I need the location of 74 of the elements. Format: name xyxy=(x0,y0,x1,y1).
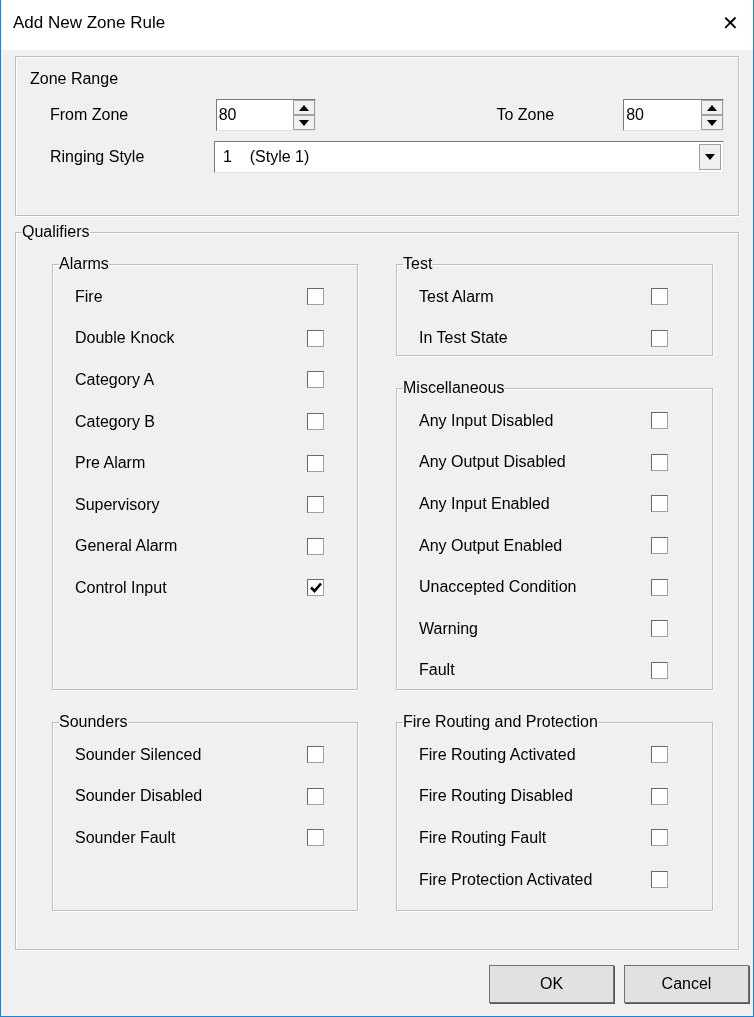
checkbox-label: Category B xyxy=(75,411,157,432)
checkbox-label: Any Output Disabled xyxy=(419,452,567,473)
checkbox-label: Test Alarm xyxy=(419,286,495,307)
checkbox-label: Sounder Disabled xyxy=(75,786,204,807)
up-arrow-icon xyxy=(707,104,717,111)
checkbox[interactable] xyxy=(307,496,324,514)
checkbox[interactable] xyxy=(307,371,324,389)
down-arrow-icon xyxy=(707,119,717,126)
group-title: Qualifiers xyxy=(22,224,90,240)
checkbox-label: Control Input xyxy=(75,577,168,598)
checkbox-label: Any Input Disabled xyxy=(419,410,555,431)
up-arrow-icon xyxy=(299,104,310,111)
checkbox-label: General Alarm xyxy=(75,536,179,557)
checkbox[interactable] xyxy=(651,787,668,805)
spin-field[interactable]: 80 xyxy=(623,99,724,131)
checkbox-label: Fire Protection Activated xyxy=(419,869,594,890)
group-title: Sounders xyxy=(59,714,128,730)
dropdown[interactable]: 1 (Style 1) xyxy=(214,141,724,173)
close-button[interactable]: ✕ xyxy=(718,13,743,33)
checkbox-label: In Test State xyxy=(419,328,509,349)
spin-up-button[interactable] xyxy=(701,100,723,115)
spin-up-button[interactable] xyxy=(293,100,316,115)
checkbox[interactable] xyxy=(651,620,668,638)
checkbox-label: Double Knock xyxy=(75,328,176,349)
checkbox-label: Category A xyxy=(75,370,156,390)
checkbox-label: Supervisory xyxy=(75,494,161,515)
checkbox[interactable] xyxy=(651,578,668,596)
checkbox-label: Fire Routing Activated xyxy=(419,744,577,765)
checkbox-label: Fire Routing Fault xyxy=(419,828,548,848)
checkbox[interactable] xyxy=(307,329,324,347)
checkbox-label: Sounder Fault xyxy=(75,828,177,848)
checkbox[interactable] xyxy=(307,787,324,805)
checkbox[interactable] xyxy=(307,413,324,431)
checkbox[interactable] xyxy=(651,288,668,306)
dropdown-arrow-icon xyxy=(705,154,715,160)
checkbox[interactable] xyxy=(651,871,668,889)
spin-field[interactable]: 80 xyxy=(215,99,317,131)
window-title: Add New Zone Rule xyxy=(13,12,166,35)
checkbox-label: Unaccepted Condition xyxy=(419,577,578,598)
field-label: To Zone xyxy=(496,105,556,125)
checkbox-label: Fault xyxy=(419,660,456,681)
checkbox-label: Fire xyxy=(75,286,104,307)
down-arrow-icon xyxy=(299,119,310,126)
field-label: Ringing Style xyxy=(50,147,146,167)
group-title: Fire Routing and Protection xyxy=(403,714,598,730)
ok-button[interactable]: OK xyxy=(489,965,614,1003)
checkbox[interactable] xyxy=(651,537,668,555)
spin-down-button[interactable] xyxy=(293,115,316,130)
checkbox[interactable] xyxy=(307,288,324,306)
checkbox[interactable] xyxy=(651,329,668,347)
checkbox[interactable] xyxy=(651,829,668,847)
cancel-button[interactable]: Cancel xyxy=(624,965,749,1003)
checkbox[interactable] xyxy=(651,412,668,430)
group-title: Test xyxy=(403,256,433,272)
checkbox[interactable] xyxy=(307,579,324,597)
checkbox[interactable] xyxy=(307,454,324,472)
spin-down-button[interactable] xyxy=(701,115,723,130)
field-label: From Zone xyxy=(50,105,130,125)
checkbox-label: Any Input Enabled xyxy=(419,494,551,514)
checkbox[interactable] xyxy=(307,746,324,764)
checkbox[interactable] xyxy=(651,495,668,513)
checkbox-label: Fire Routing Disabled xyxy=(419,786,574,807)
checkbox-label: Any Output Enabled xyxy=(419,535,564,556)
group-title: Miscellaneous xyxy=(403,380,505,396)
checkbox[interactable] xyxy=(307,537,324,555)
checkbox[interactable] xyxy=(651,661,668,679)
checkbox[interactable] xyxy=(651,453,668,471)
checkbox-label: Pre Alarm xyxy=(75,453,147,474)
checkbox[interactable] xyxy=(307,829,324,847)
checkbox-label: Sounder Silenced xyxy=(75,744,203,765)
group-title: Alarms xyxy=(59,256,109,272)
group-title: Zone Range xyxy=(30,69,120,89)
checkbox-label: Warning xyxy=(419,618,479,639)
checkbox[interactable] xyxy=(651,746,668,764)
